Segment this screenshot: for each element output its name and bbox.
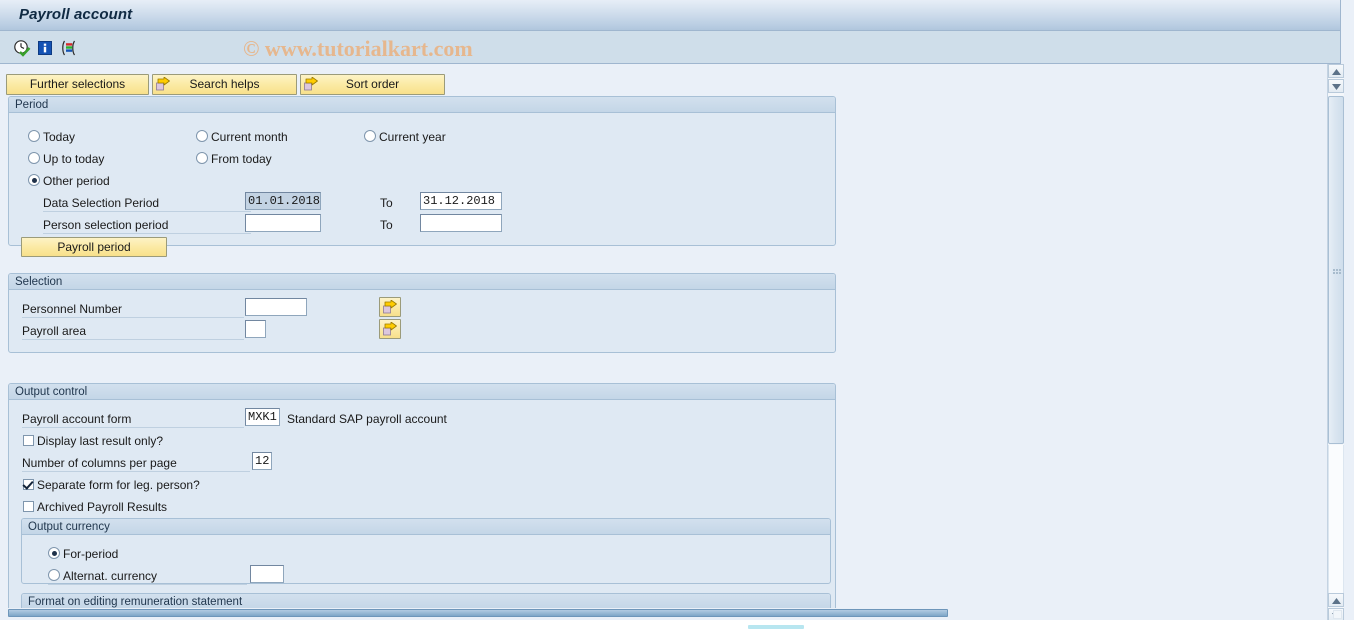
payroll-account-form-label: Payroll account form [22, 412, 132, 426]
radio-current-month-label: Current month [211, 130, 288, 144]
row-divider [22, 317, 244, 318]
vertical-scrollbar-track[interactable] [1328, 445, 1344, 607]
vertical-scrollbar[interactable] [1327, 64, 1344, 622]
page-title: Payroll account [19, 6, 133, 23]
radio-for-period[interactable] [48, 547, 60, 559]
payroll-period-button[interactable]: Payroll period [21, 237, 167, 257]
display-last-result-checkbox[interactable] [23, 435, 34, 446]
variant-layout-icon[interactable] [60, 39, 78, 57]
data-selection-period-to-label: To [380, 196, 393, 210]
data-selection-period-from-input[interactable]: 01.01.2018 [245, 192, 321, 210]
radio-current-year[interactable] [364, 130, 376, 142]
row-divider [22, 339, 244, 340]
row-divider [22, 471, 250, 472]
search-helps-button[interactable]: Search helps [152, 74, 297, 95]
radio-alternate-currency[interactable] [48, 569, 60, 581]
separate-form-label: Separate form for leg. person? [37, 478, 200, 492]
person-selection-period-to-input[interactable] [420, 214, 502, 232]
output-control-group: Output control Payroll account form MXK1… [8, 383, 836, 620]
yellow-arrow-icon [304, 76, 319, 92]
info-icon[interactable] [36, 39, 54, 57]
further-selections-button[interactable]: Further selections [6, 74, 149, 95]
payroll-area-multiple-selection-button[interactable] [379, 319, 401, 339]
row-divider [43, 211, 251, 212]
radio-up-to-today-label: Up to today [43, 152, 105, 166]
alternate-currency-input[interactable] [250, 565, 284, 583]
radio-today[interactable] [28, 130, 40, 142]
yellow-arrow-icon [156, 76, 171, 92]
selection-button-row: Further selections Search helps Sort ord… [0, 74, 1322, 95]
radio-current-year-label: Current year [379, 130, 446, 144]
display-last-result-label: Display last result only? [37, 434, 164, 448]
payroll-account-form-description: Standard SAP payroll account [287, 412, 447, 426]
personnel-number-multiple-selection-button[interactable] [379, 297, 401, 317]
row-divider [43, 233, 251, 234]
radio-other-period[interactable] [28, 174, 40, 186]
period-group: Period Today Current month Current year … [8, 96, 836, 257]
columns-per-page-label: Number of columns per page [22, 456, 177, 470]
horizontal-scrollbar[interactable] [0, 608, 1322, 620]
icon-toolbar [0, 31, 1354, 64]
person-selection-period-label: Person selection period [43, 218, 169, 232]
radio-today-label: Today [43, 130, 76, 144]
horizontal-scrollbar-thumb[interactable] [8, 609, 948, 617]
execute-icon[interactable] [13, 39, 31, 57]
right-gutter [1344, 64, 1354, 622]
radio-up-to-today[interactable] [28, 152, 40, 164]
output-currency-group: Output currency For-period Alternat. cur… [21, 518, 831, 585]
output-currency-group-legend: Output currency [22, 519, 830, 535]
sort-order-button[interactable]: Sort order [300, 74, 445, 95]
bottom-strip [0, 620, 1354, 629]
radio-current-month[interactable] [196, 130, 208, 142]
scroll-up-bottom-icon[interactable] [1328, 593, 1344, 607]
radio-other-period-label: Other period [43, 174, 110, 188]
columns-per-page-input[interactable]: 12 [252, 452, 272, 470]
radio-for-period-label: For-period [63, 547, 119, 561]
further-selections-label: Further selections [29, 77, 126, 91]
row-divider [22, 427, 244, 428]
output-control-group-legend: Output control [9, 384, 835, 400]
person-selection-period-to-label: To [380, 218, 393, 232]
page-scrollbar-thumb[interactable] [748, 625, 804, 629]
period-group-legend: Period [9, 97, 835, 113]
toolbar-right-cap [1340, 31, 1354, 64]
sort-order-label: Sort order [345, 77, 400, 91]
search-helps-label: Search helps [189, 77, 260, 91]
person-selection-period-from-input[interactable] [245, 214, 321, 232]
data-selection-period-to-input[interactable]: 31.12.2018 [420, 192, 502, 210]
multiple-selection-arrow-icon [383, 322, 397, 336]
personnel-number-label: Personnel Number [22, 302, 123, 316]
payroll-area-input[interactable] [245, 320, 266, 338]
vertical-scrollbar-thumb[interactable] [1328, 96, 1344, 444]
row-divider [48, 584, 247, 585]
radio-from-today-label: From today [211, 152, 272, 166]
multiple-selection-arrow-icon [383, 300, 397, 314]
radio-from-today[interactable] [196, 152, 208, 164]
scrollbar-corner [1333, 610, 1342, 619]
archived-results-checkbox[interactable] [23, 501, 34, 512]
scroll-down-icon[interactable] [1328, 79, 1344, 93]
scroll-up-icon[interactable] [1328, 64, 1344, 78]
personnel-number-input[interactable] [245, 298, 307, 316]
sap-selection-screen: Payroll account © www.tutorialkart.com F… [0, 0, 1354, 629]
window-title-bar: Payroll account [0, 0, 1354, 31]
title-bar-right-cap [1340, 0, 1354, 31]
archived-results-label: Archived Payroll Results [37, 500, 168, 514]
selection-group-legend: Selection [9, 274, 835, 290]
radio-alternate-currency-label: Alternat. currency [63, 569, 158, 583]
selection-screen-body: Period Today Current month Current year … [0, 96, 1322, 620]
payroll-area-label: Payroll area [22, 324, 87, 338]
payroll-account-form-input[interactable]: MXK1 [245, 408, 280, 426]
data-selection-period-label: Data Selection Period [43, 196, 160, 210]
separate-form-checkbox[interactable] [23, 479, 34, 490]
selection-group: Selection Personnel Number Payroll area [8, 273, 836, 353]
scrollbar-grip-icon [1333, 266, 1341, 274]
